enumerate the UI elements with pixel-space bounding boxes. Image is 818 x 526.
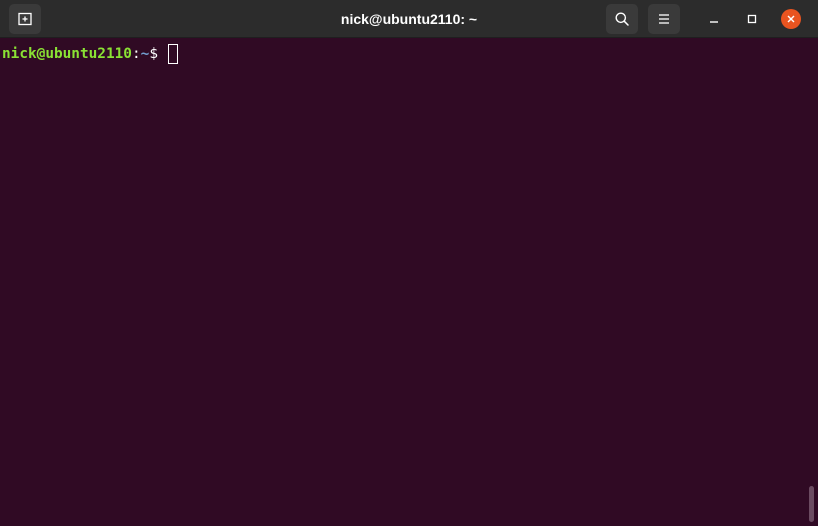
- terminal-window: nick@ubuntu2110: ~ nick@ubuntu2110: ~ $: [0, 0, 818, 526]
- text-cursor: [167, 44, 178, 64]
- maximize-icon: [747, 14, 757, 24]
- new-tab-button[interactable]: [9, 4, 41, 34]
- prompt-line: nick@ubuntu2110: ~ $: [2, 44, 178, 64]
- prompt-path: ~: [140, 46, 150, 62]
- maximize-button[interactable]: [742, 9, 762, 29]
- window-title: nick@ubuntu2110: ~: [340, 11, 478, 27]
- minimize-button[interactable]: [704, 9, 724, 29]
- prompt-colon: :: [131, 46, 141, 62]
- hamburger-menu-icon: [659, 14, 669, 24]
- search-icon: [615, 12, 629, 26]
- new-tab-icon: [18, 12, 32, 26]
- menu-button[interactable]: [648, 4, 680, 34]
- close-button[interactable]: [781, 9, 801, 29]
- search-button[interactable]: [606, 4, 638, 34]
- title-bar[interactable]: nick@ubuntu2110: ~: [0, 0, 818, 38]
- scrollbar[interactable]: [808, 41, 814, 524]
- prompt-symbol: $: [149, 46, 167, 62]
- minimize-icon: [710, 21, 718, 23]
- close-icon: [787, 15, 795, 23]
- scrollbar-thumb[interactable]: [809, 486, 814, 522]
- prompt-user-host: nick@ubuntu2110: [2, 46, 132, 62]
- terminal-area[interactable]: nick@ubuntu2110: ~ $: [0, 39, 818, 526]
